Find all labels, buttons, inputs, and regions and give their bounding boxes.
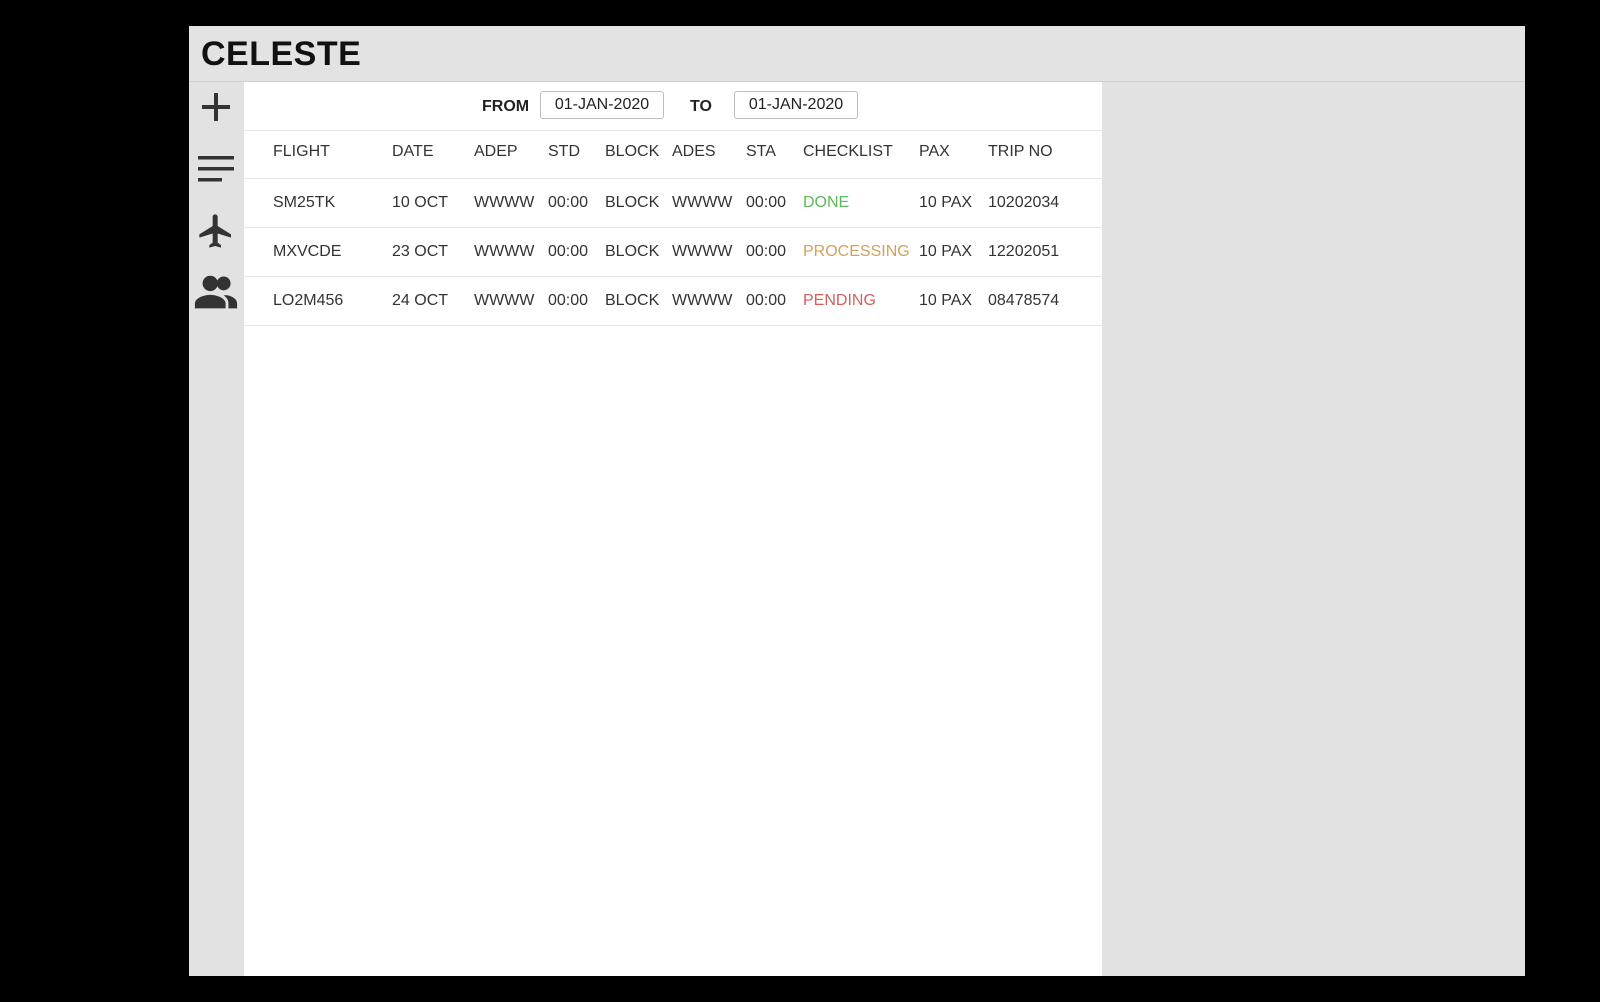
column-header-pax[interactable]: PAX <box>919 143 950 161</box>
from-date-input[interactable] <box>540 91 664 119</box>
column-header-std[interactable]: STD <box>548 143 580 161</box>
flight-cell: SM25TK <box>273 194 336 211</box>
airplane-icon <box>199 214 231 248</box>
checklist-status: PROCESSING <box>803 243 910 260</box>
date-cell: 23 OCT <box>392 243 449 260</box>
sidebar <box>189 82 244 976</box>
pax-cell: 10 PAX <box>919 194 973 211</box>
sidebar-item-people[interactable] <box>191 268 241 318</box>
checklist-status: DONE <box>803 194 850 211</box>
table-row[interactable]: LO2M456 24 OCT WWWW 00:00 BLOCK WWWW 00:… <box>244 277 1102 326</box>
std-cell: 00:00 <box>548 292 589 309</box>
column-header-block[interactable]: BLOCK <box>605 143 659 161</box>
sidebar-item-flights[interactable] <box>191 206 241 256</box>
pax-cell: 10 PAX <box>919 243 973 260</box>
date-cell: 24 OCT <box>392 292 449 309</box>
menu-lines-icon <box>198 156 234 182</box>
from-label: FROM <box>482 98 530 115</box>
sta-cell: 00:00 <box>746 194 787 211</box>
sidebar-item-list[interactable] <box>191 144 241 194</box>
adep-cell: WWWW <box>474 243 535 260</box>
adep-cell: WWWW <box>474 292 535 309</box>
people-icon <box>194 275 238 309</box>
flights-panel: FROM TO FLIGHT DATE ADEP STD BLOCK ADES … <box>244 82 1102 976</box>
table-header-row: FLIGHT DATE ADEP STD BLOCK ADES STA CHEC… <box>244 131 1102 179</box>
column-header-flight[interactable]: FLIGHT <box>273 143 330 161</box>
checklist-status: PENDING <box>803 292 876 309</box>
table-row[interactable]: SM25TK 10 OCT WWWW 00:00 BLOCK WWWW 00:0… <box>244 179 1102 228</box>
app-header: CELESTE <box>189 26 1525 82</box>
app-title: CELESTE <box>201 35 362 73</box>
flight-cell: MXVCDE <box>273 243 342 260</box>
std-cell: 00:00 <box>548 194 589 211</box>
column-header-trip-no[interactable]: TRIP NO <box>988 143 1053 161</box>
column-header-ades[interactable]: ADES <box>672 143 716 161</box>
plus-icon <box>202 93 230 121</box>
block-cell: BLOCK <box>605 243 660 260</box>
ades-cell: WWWW <box>672 243 733 260</box>
table-row[interactable]: MXVCDE 23 OCT WWWW 00:00 BLOCK WWWW 00:0… <box>244 228 1102 277</box>
trip-no-cell: 12202051 <box>988 243 1060 260</box>
to-date-input[interactable] <box>734 91 858 119</box>
sidebar-item-add[interactable] <box>191 82 241 132</box>
ades-cell: WWWW <box>672 292 733 309</box>
trip-no-cell: 10202034 <box>988 194 1060 211</box>
column-header-sta[interactable]: STA <box>746 143 776 161</box>
adep-cell: WWWW <box>474 194 535 211</box>
column-header-adep[interactable]: ADEP <box>474 143 518 161</box>
trip-no-cell: 08478574 <box>988 292 1060 309</box>
column-header-checklist[interactable]: CHECKLIST <box>803 143 893 161</box>
block-cell: BLOCK <box>605 194 660 211</box>
date-cell: 10 OCT <box>392 194 449 211</box>
flights-table: FLIGHT DATE ADEP STD BLOCK ADES STA CHEC… <box>244 131 1102 326</box>
right-panel <box>1102 82 1525 976</box>
flight-cell: LO2M456 <box>273 292 344 309</box>
sta-cell: 00:00 <box>746 292 787 309</box>
date-filter-bar: FROM TO <box>244 82 1102 131</box>
block-cell: BLOCK <box>605 292 660 309</box>
std-cell: 00:00 <box>548 243 589 260</box>
ades-cell: WWWW <box>672 194 733 211</box>
column-header-date[interactable]: DATE <box>392 143 433 161</box>
pax-cell: 10 PAX <box>919 292 973 309</box>
app-window: CELESTE FROM 01-JAN-2020 TO 01-JAN-2020 … <box>189 26 1525 976</box>
to-label: TO <box>690 98 712 115</box>
sta-cell: 00:00 <box>746 243 787 260</box>
